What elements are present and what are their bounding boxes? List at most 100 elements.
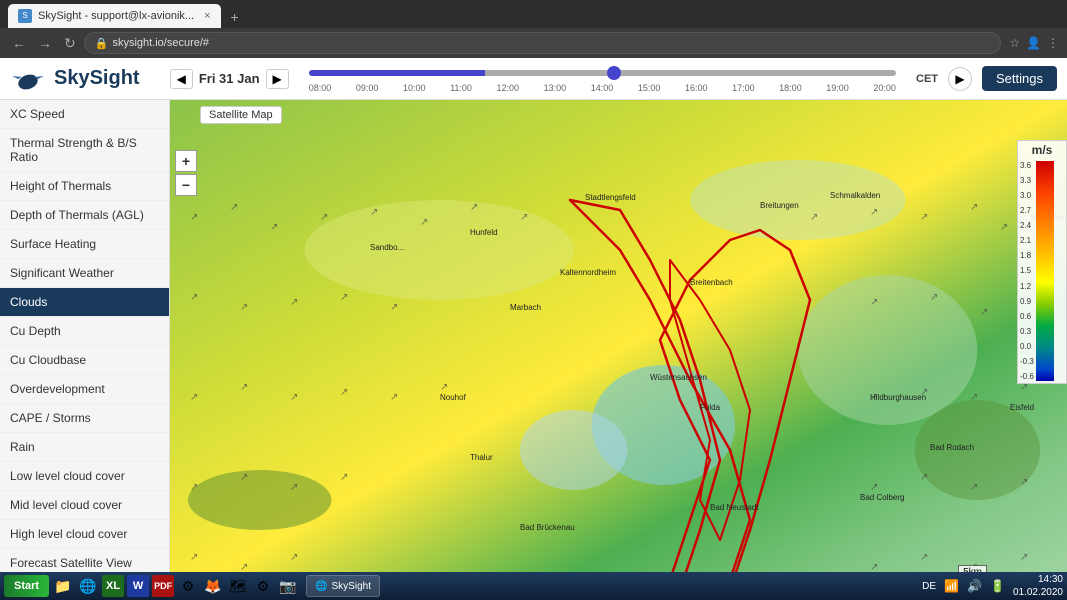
taskbar-icon-pdf[interactable]: PDF xyxy=(152,575,174,597)
logo-bird-icon xyxy=(10,64,46,94)
legend-val-10: 0.6 xyxy=(1020,312,1034,321)
svg-text:↗: ↗ xyxy=(970,202,978,213)
svg-text:Eisfeld: Eisfeld xyxy=(1010,403,1034,412)
map-zoom-controls: + − xyxy=(175,150,197,196)
taskbar-active-app[interactable]: 🌐 SkySight xyxy=(306,575,380,597)
sidebar-item-high-level-cloud[interactable]: High level cloud cover xyxy=(0,520,169,549)
taskbar-icon-firefox[interactable]: 🦊 xyxy=(202,575,224,597)
svg-text:↗: ↗ xyxy=(190,292,198,303)
taskbar-locale: DE xyxy=(922,581,936,592)
sidebar-item-clouds[interactable]: Clouds xyxy=(0,288,169,317)
browser-user-icon[interactable]: 👤 xyxy=(1026,36,1041,50)
legend-gradient-bar xyxy=(1036,161,1054,381)
sidebar-item-overdevelopment[interactable]: Overdevelopment xyxy=(0,375,169,404)
legend-val-1: 3.3 xyxy=(1020,176,1034,185)
sidebar-item-height-thermals[interactable]: Height of Thermals xyxy=(0,172,169,201)
timeline-bar[interactable] xyxy=(309,70,896,76)
svg-text:↗: ↗ xyxy=(440,382,448,393)
svg-text:↗: ↗ xyxy=(190,552,198,563)
svg-text:Wüstensachsen: Wüstensachsen xyxy=(650,373,707,382)
zoom-out-button[interactable]: − xyxy=(175,174,197,196)
svg-text:↗: ↗ xyxy=(190,212,198,223)
svg-text:↗: ↗ xyxy=(290,392,298,403)
taskbar-icon-maps[interactable]: 🗺 xyxy=(227,575,249,597)
unit-label: m/s xyxy=(1018,141,1066,159)
taskbar-icon-excel[interactable]: XL xyxy=(102,575,124,597)
taskbar-icon-word[interactable]: W xyxy=(127,575,149,597)
taskbar-icon-settings[interactable]: ⚙ xyxy=(252,575,274,597)
svg-text:↗: ↗ xyxy=(920,212,928,223)
svg-text:↗: ↗ xyxy=(970,482,978,493)
svg-text:↗: ↗ xyxy=(240,302,248,313)
taskbar-battery-icon: 🔋 xyxy=(990,579,1005,593)
legend-val-2: 3.0 xyxy=(1020,191,1034,200)
map-container[interactable]: ↗↗ ↗↗ ↗↗ ↗↗ ↗↗ ↗↗ ↗↗ ↗↗ ↗↗ ↗↗ ↗↗ ↗↗ ↗↗ ↗… xyxy=(170,100,1067,600)
play-button[interactable]: ▶ xyxy=(948,67,972,91)
nav-forward-button[interactable]: → xyxy=(34,33,56,53)
taskbar-clock: 14:30 01.02.2020 xyxy=(1013,573,1063,599)
active-app-label: SkySight xyxy=(332,581,371,592)
satellite-map-label[interactable]: Satellite Map xyxy=(200,106,282,124)
sidebar-item-xc-speed[interactable]: XC Speed xyxy=(0,100,169,129)
legend-val-6: 1.8 xyxy=(1020,251,1034,260)
svg-text:↗: ↗ xyxy=(320,212,328,223)
new-tab-button[interactable]: + xyxy=(223,6,247,28)
svg-text:↗: ↗ xyxy=(1020,552,1028,563)
svg-text:Fulda: Fulda xyxy=(700,403,721,412)
zoom-in-button[interactable]: + xyxy=(175,150,197,172)
svg-text:↗: ↗ xyxy=(390,302,398,313)
start-button[interactable]: Start xyxy=(4,575,49,597)
svg-text:↗: ↗ xyxy=(870,297,878,308)
svg-text:Thalur: Thalur xyxy=(470,453,493,462)
browser-star-icon[interactable]: ☆ xyxy=(1009,36,1020,50)
svg-text:↗: ↗ xyxy=(970,392,978,403)
sidebar-item-surface-heating[interactable]: Surface Heating xyxy=(0,230,169,259)
svg-text:↗: ↗ xyxy=(190,482,198,493)
legend-val-4: 2.4 xyxy=(1020,221,1034,230)
svg-text:↗: ↗ xyxy=(340,472,348,483)
svg-text:Hunfeld: Hunfeld xyxy=(470,228,498,237)
nav-back-button[interactable]: ← xyxy=(8,33,30,53)
sidebar-item-low-level-cloud[interactable]: Low level cloud cover xyxy=(0,462,169,491)
svg-text:↗: ↗ xyxy=(340,292,348,303)
taskbar-icon-photos[interactable]: 📷 xyxy=(277,575,299,597)
sidebar-item-mid-level-cloud[interactable]: Mid level cloud cover xyxy=(0,491,169,520)
svg-text:↗: ↗ xyxy=(930,292,938,303)
timeline-thumb[interactable] xyxy=(607,66,621,80)
time-navigation: ◀ Fri 31 Jan ▶ xyxy=(170,69,289,89)
sidebar-item-rain[interactable]: Rain xyxy=(0,433,169,462)
app-title: SkySight xyxy=(54,67,140,90)
svg-text:↗: ↗ xyxy=(340,387,348,398)
sidebar-item-cu-depth[interactable]: Cu Depth xyxy=(0,317,169,346)
sidebar-item-thermal-strength[interactable]: Thermal Strength & B/S Ratio xyxy=(0,129,169,172)
taskbar-network-icon: 📶 xyxy=(944,579,959,593)
svg-text:Schmalkalden: Schmalkalden xyxy=(830,191,880,200)
prev-time-button[interactable]: ◀ xyxy=(170,69,193,89)
svg-text:Bad Neustadt: Bad Neustadt xyxy=(710,503,759,512)
sidebar-item-significant-weather[interactable]: Significant Weather xyxy=(0,259,169,288)
next-time-button[interactable]: ▶ xyxy=(266,69,289,89)
taskbar-icon-chrome[interactable]: ⚙ xyxy=(177,575,199,597)
svg-text:↗: ↗ xyxy=(810,212,818,223)
tab-title: SkySight - support@lx-avionik... xyxy=(38,10,194,22)
svg-text:↗: ↗ xyxy=(520,212,528,223)
sidebar-item-cape-storms[interactable]: CAPE / Storms xyxy=(0,404,169,433)
sidebar-item-cu-cloudbase[interactable]: Cu Cloudbase xyxy=(0,346,169,375)
taskbar-icon-file-manager[interactable]: 📁 xyxy=(52,575,74,597)
browser-tab[interactable]: S SkySight - support@lx-avionik... × xyxy=(8,4,221,28)
url-bar[interactable]: 🔒 skysight.io/secure/# xyxy=(84,32,1002,54)
svg-text:Breitenbach: Breitenbach xyxy=(690,278,733,287)
legend-val-11: 0.3 xyxy=(1020,327,1034,336)
nav-refresh-button[interactable]: ↻ xyxy=(60,33,80,54)
tab-close-icon[interactable]: × xyxy=(204,10,210,22)
svg-text:↗: ↗ xyxy=(390,392,398,403)
taskbar-volume-icon: 🔊 xyxy=(967,579,982,593)
settings-button[interactable]: Settings xyxy=(982,66,1057,91)
timeline-labels: 08:0009:0010:0011:0012:00 13:0014:0015:0… xyxy=(309,83,896,93)
legend-val-8: 1.2 xyxy=(1020,282,1034,291)
browser-menu-icon[interactable]: ⋮ xyxy=(1047,36,1059,50)
sidebar-item-depth-thermals[interactable]: Depth of Thermals (AGL) xyxy=(0,201,169,230)
taskbar-icon-browser[interactable]: 🌐 xyxy=(77,575,99,597)
svg-text:↗: ↗ xyxy=(980,307,988,318)
legend-val-3: 2.7 xyxy=(1020,206,1034,215)
